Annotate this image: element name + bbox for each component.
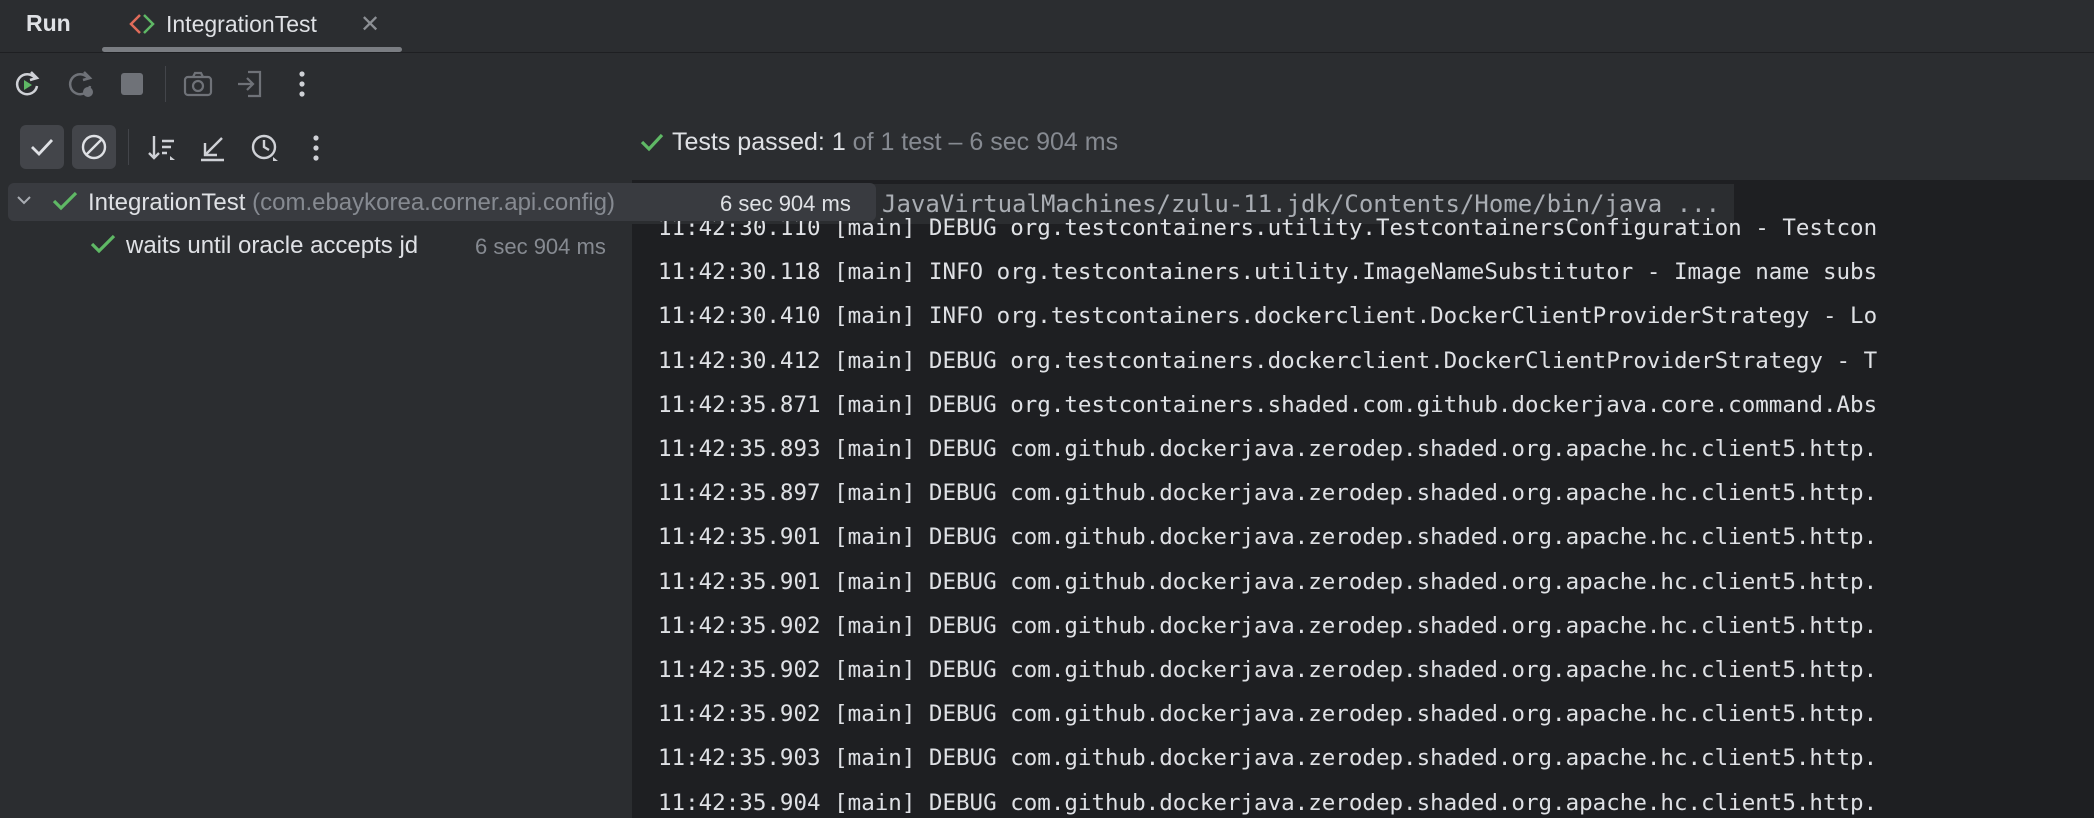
- close-icon[interactable]: ✕: [360, 10, 380, 39]
- passed-check-icon: [640, 130, 664, 159]
- status-detail: of 1 test – 6 sec 904 ms: [845, 128, 1119, 156]
- console-line: 11:42:35.902 [main] DEBUG com.github.doc…: [658, 612, 1878, 639]
- run-tool-window-header: Run IntegrationTest ✕: [0, 0, 2094, 53]
- console-line: 11:42:35.902 [main] DEBUG com.github.doc…: [658, 657, 1878, 683]
- check-icon: [31, 139, 54, 157]
- console-line: 11:42:35.901 [main] DEBUG com.github.doc…: [658, 568, 1878, 595]
- ignored-icon: [81, 134, 107, 160]
- console-line: 11:42:35.897 [main] DEBUG com.github.doc…: [658, 480, 1878, 507]
- console-line: 11:42:35.901 [main] DEBUG com.github.doc…: [658, 524, 1878, 551]
- test-run-config-icon: [128, 12, 158, 36]
- exit-icon[interactable]: [232, 66, 268, 102]
- tree-test-class-name: IntegrationTest: [88, 189, 246, 216]
- tree-row-integration-test[interactable]: IntegrationTest (com.ebaykorea.corner.ap…: [8, 183, 876, 221]
- toolbar-separator: [165, 66, 166, 102]
- toolbar-separator: [128, 129, 129, 165]
- test-status: Tests passed: 1 of 1 test – 6 sec 904 ms: [640, 128, 1118, 159]
- console-line: 11:42:30.412 [main] DEBUG org.testcontai…: [658, 347, 1878, 374]
- console-line: 11:42:35.871 [main] DEBUG org.testcontai…: [658, 391, 1878, 418]
- passed-check-icon: [52, 190, 78, 219]
- tree-test-method-name: waits until oracle accepts jd: [126, 232, 419, 259]
- console-line: 11:42:35.902 [main] DEBUG com.github.doc…: [658, 701, 1878, 728]
- console-line: 11:42:35.904 [main] DEBUG com.github.doc…: [658, 789, 1878, 816]
- show-ignored-toggle[interactable]: [72, 125, 116, 169]
- status-passed-label: Tests passed:: [672, 128, 825, 156]
- tree-root-duration: 6 sec 904 ms: [720, 191, 851, 216]
- more-vertical-icon[interactable]: [298, 130, 334, 166]
- history-icon[interactable]: [247, 130, 283, 166]
- rerun-icon[interactable]: [9, 66, 45, 102]
- console-line: 11:42:35.903 [main] DEBUG com.github.doc…: [658, 745, 1878, 772]
- rerun-failed-icon[interactable]: [62, 66, 98, 102]
- tab-label: IntegrationTest: [166, 11, 317, 37]
- active-tab-indicator: [102, 47, 402, 52]
- test-toolbar: Tests passed: 1 of 1 test – 6 sec 904 ms: [0, 115, 2094, 180]
- tree-test-package: (com.ebaykorea.corner.api.config): [245, 189, 615, 216]
- console-line: 11:42:30.410 [main] INFO org.testcontain…: [658, 303, 1878, 330]
- tree-row-test-method[interactable]: waits until oracle accepts jd 6 sec 904 …: [8, 226, 628, 264]
- console-line: 11:42:35.893 [main] DEBUG com.github.doc…: [658, 436, 1878, 462]
- camera-icon[interactable]: [180, 66, 216, 102]
- more-vertical-icon[interactable]: [284, 66, 320, 102]
- run-title: Run: [26, 10, 71, 36]
- status-passed-count: 1: [831, 128, 846, 156]
- sort-icon[interactable]: [144, 130, 180, 166]
- collapse-icon[interactable]: [194, 130, 230, 166]
- console-output[interactable]: JavaVirtualMachines/zulu-11.jdk/Contents…: [632, 180, 2094, 818]
- chevron-down-icon[interactable]: [14, 189, 34, 217]
- stop-icon[interactable]: [114, 66, 150, 102]
- tree-child-duration: 6 sec 904 ms: [475, 234, 606, 259]
- tab-integration-test[interactable]: IntegrationTest ✕: [102, 0, 402, 52]
- test-tree: IntegrationTest (com.ebaykorea.corner.ap…: [0, 180, 876, 818]
- console-line: 11:42:30.118 [main] INFO org.testcontain…: [658, 259, 1878, 286]
- passed-check-icon: [90, 233, 116, 262]
- show-passed-toggle[interactable]: [20, 125, 64, 169]
- run-toolbar: [0, 53, 2094, 115]
